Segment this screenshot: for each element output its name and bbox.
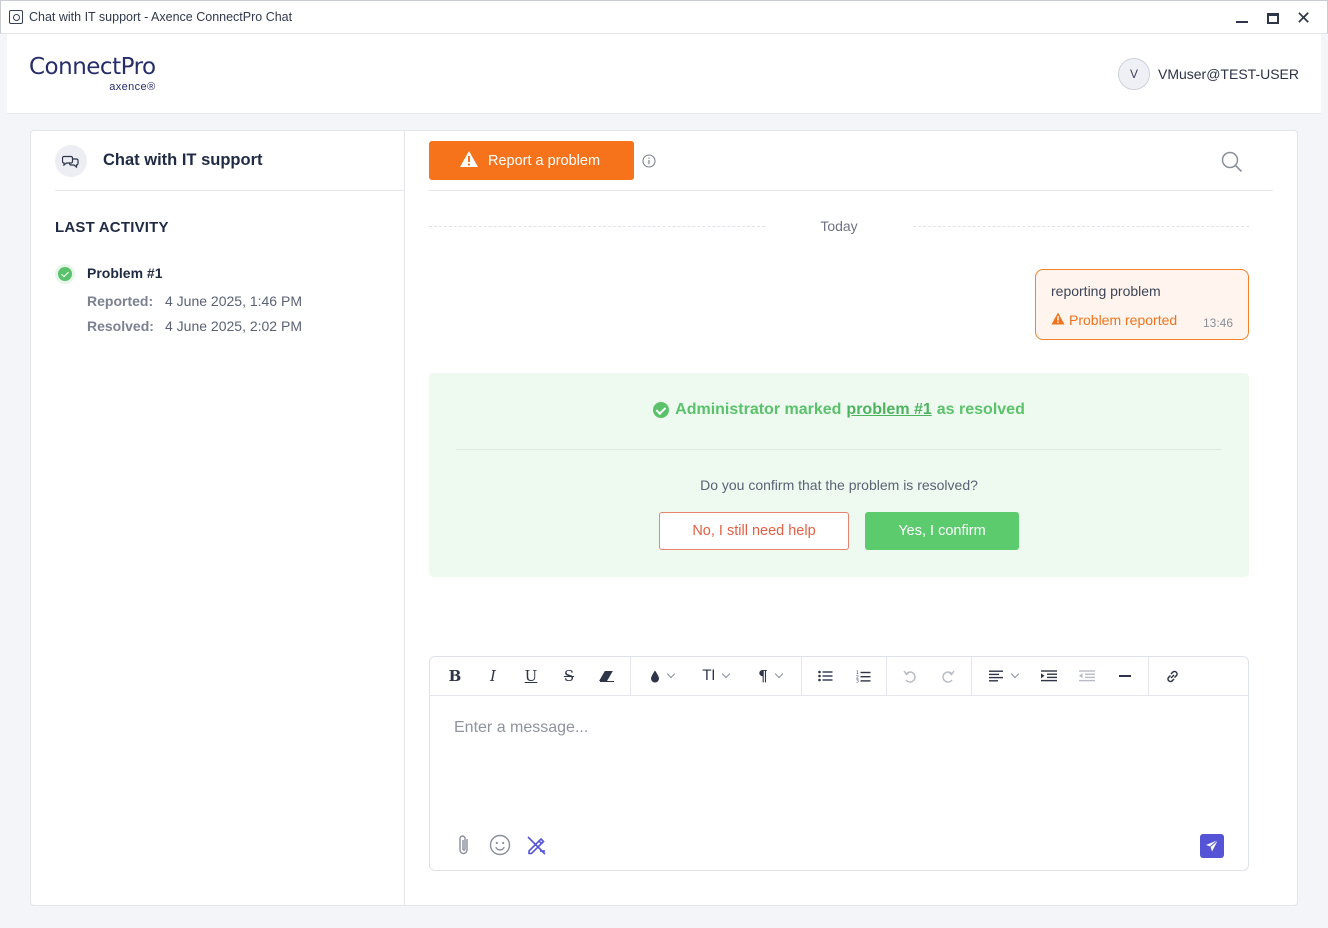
resolved-row: Resolved: 4 June 2025, 2:02 PM (87, 318, 302, 334)
undo-button[interactable] (891, 657, 929, 695)
window-title: Chat with IT support - Axence ConnectPro… (29, 10, 293, 24)
indent-button[interactable] (1030, 657, 1068, 695)
resolved-label: Resolved: (87, 318, 154, 334)
warning-icon (1051, 312, 1065, 328)
message-bubble: reporting problem Problem reported 13:46 (1035, 269, 1249, 340)
avatar: V (1117, 58, 1150, 90)
no-format-pen-icon (527, 836, 546, 855)
resolution-prefix: Administrator marked (675, 401, 842, 418)
link-icon (1166, 670, 1178, 682)
minimize-button[interactable] (1226, 1, 1257, 35)
send-icon (1206, 839, 1219, 852)
chat-bubbles-icon (55, 144, 87, 177)
close-icon: ✕ (1295, 8, 1312, 28)
sidebar-title: Chat with IT support (103, 151, 263, 169)
confirm-button[interactable]: Yes, I confirm (865, 512, 1019, 550)
bold-button[interactable]: B (436, 657, 474, 695)
paperclip-icon (459, 835, 468, 855)
text-color-dropdown[interactable] (635, 657, 689, 695)
still-need-help-button[interactable]: No, I still need help (659, 512, 849, 550)
horizontal-rule-icon (1119, 675, 1131, 677)
resolution-panel: Administrator marked problem #1 as resol… (429, 373, 1249, 577)
editor-toolbar: B I U S TI ¶ 1 2 3 (430, 656, 1248, 696)
editor-actions (452, 833, 548, 857)
day-separator: Today (429, 217, 1249, 235)
maximize-button[interactable] (1257, 1, 1288, 35)
undo-icon (903, 670, 916, 683)
close-button[interactable]: ✕ (1288, 1, 1319, 35)
message-time: 13:46 (1202, 316, 1233, 330)
app-header: ConnectPro axence® V VMuser@TEST-USER (7, 34, 1321, 114)
main-card: Chat with IT support LAST ACTIVITY Probl… (30, 130, 1298, 906)
send-button[interactable] (1200, 834, 1224, 858)
redo-icon (942, 670, 955, 683)
resolved-check-icon (58, 267, 72, 281)
maximize-icon (1266, 12, 1279, 24)
connectpro-logo: ConnectPro axence® (29, 54, 156, 93)
chat-header: Report a problem (429, 131, 1273, 191)
message-status-text: Problem reported (1069, 312, 1178, 328)
search-icon[interactable] (1221, 151, 1243, 178)
color-drop-icon (651, 670, 659, 682)
numbered-list-icon: 123 (856, 670, 870, 683)
user-menu[interactable]: V VMuser@TEST-USER (1117, 58, 1299, 90)
outdent-icon (1079, 670, 1095, 682)
horizontal-rule-button[interactable] (1106, 657, 1144, 695)
resolution-suffix: as resolved (936, 401, 1025, 418)
problem-link[interactable]: problem #1 (846, 401, 931, 419)
resolved-value: 4 June 2025, 2:02 PM (165, 318, 302, 334)
redo-button[interactable] (929, 657, 967, 695)
logo-sub-text: axence® (109, 81, 156, 93)
emoji-button[interactable] (488, 833, 512, 857)
window-controls: ✕ (1226, 1, 1319, 35)
sidebar-header: Chat with IT support (55, 131, 405, 191)
paragraph-dropdown[interactable]: ¶ (743, 657, 797, 695)
eraser-icon (599, 671, 614, 682)
warning-icon (459, 150, 479, 172)
clear-format-button[interactable] (588, 657, 626, 695)
insert-link-button[interactable] (1153, 657, 1191, 695)
bullet-list-icon (817, 670, 832, 682)
divider (456, 449, 1222, 450)
align-dropdown[interactable] (976, 657, 1030, 695)
svg-text:3: 3 (856, 678, 859, 682)
chat-panel: Report a problem Today reporting problem… (405, 131, 1298, 905)
logo-main-text: ConnectPro (29, 54, 156, 80)
activity-item-title: Problem #1 (87, 265, 163, 281)
message-input[interactable] (454, 719, 1214, 737)
app-icon (9, 10, 23, 24)
underline-button[interactable]: U (512, 657, 550, 695)
reported-label: Reported: (87, 293, 154, 309)
window-titlebar: Chat with IT support - Axence ConnectPro… (0, 0, 1328, 34)
font-size-dropdown[interactable]: TI (689, 657, 743, 695)
report-problem-button[interactable]: Report a problem (429, 141, 634, 180)
strikethrough-button[interactable]: S (550, 657, 588, 695)
reported-row: Reported: 4 June 2025, 1:46 PM (87, 293, 302, 309)
minimize-icon (1235, 21, 1248, 23)
paragraph-icon: ¶ (758, 667, 768, 685)
indent-icon (1041, 670, 1057, 682)
check-circle-icon (653, 402, 670, 418)
info-icon[interactable] (642, 154, 656, 173)
resolution-heading: Administrator marked problem #1 as resol… (429, 401, 1249, 419)
message-text: reporting problem (1051, 283, 1161, 299)
reported-value: 4 June 2025, 1:46 PM (165, 293, 302, 309)
font-size-icon: TI (702, 668, 716, 684)
outdent-button[interactable] (1068, 657, 1106, 695)
last-activity-heading: LAST ACTIVITY (55, 219, 169, 236)
user-name: VMuser@TEST-USER (1157, 66, 1299, 82)
message-status: Problem reported (1051, 312, 1177, 328)
italic-button[interactable]: I (474, 657, 512, 695)
formatting-toggle-button[interactable] (524, 833, 548, 857)
resolution-question: Do you confirm that the problem is resol… (700, 477, 978, 493)
align-left-icon (988, 670, 1003, 682)
sidebar: Chat with IT support LAST ACTIVITY Probl… (31, 131, 405, 905)
smiley-icon (489, 834, 511, 856)
message-editor: B I U S TI ¶ 1 2 3 Enter a message... (429, 656, 1249, 871)
report-problem-label: Report a problem (488, 152, 601, 169)
bullet-list-button[interactable] (806, 657, 844, 695)
numbered-list-button[interactable]: 123 (844, 657, 882, 695)
attach-button[interactable] (452, 833, 476, 857)
